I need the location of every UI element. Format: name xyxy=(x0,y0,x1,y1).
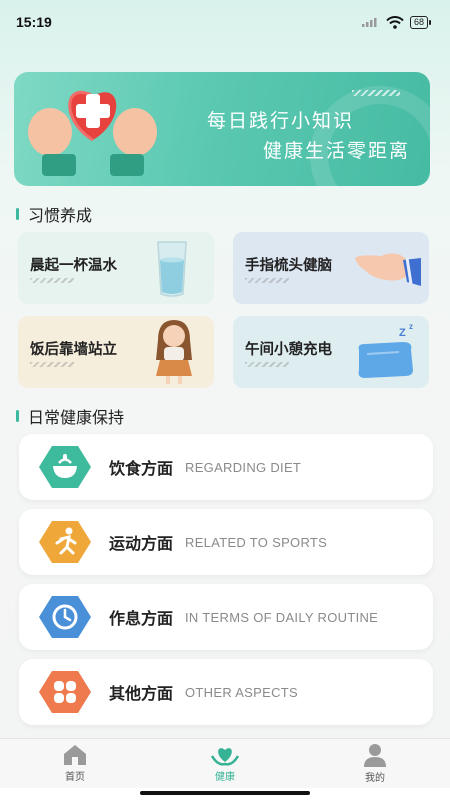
clock-icon xyxy=(39,596,91,638)
aspect-row-other[interactable]: 其他方面 OTHER ASPECTS xyxy=(19,659,433,725)
svg-text:Z: Z xyxy=(399,327,406,339)
health-banner[interactable]: 每日践行小知识 健康生活零距离 xyxy=(14,72,430,186)
habit-card-noon-nap[interactable]: 午间小憩充电 Z z xyxy=(233,316,429,388)
status-bar: 15:19 68 xyxy=(0,0,450,44)
habit-stripes xyxy=(30,278,74,283)
status-time: 15:19 xyxy=(16,14,52,30)
aspect-row-sports[interactable]: 运动方面 RELATED TO SPORTS xyxy=(19,509,433,575)
banner-line-1: 每日践行小知识 xyxy=(206,110,354,132)
habits-section-title: 习惯养成 xyxy=(16,202,92,226)
banner-text: 每日践行小知识 健康生活零距离 xyxy=(207,106,410,166)
tab-profile[interactable]: 我的 xyxy=(325,743,425,784)
wifi-icon xyxy=(386,15,404,29)
aspect-subtitle: REGARDING DIET xyxy=(185,459,302,475)
habits-title: 习惯养成 xyxy=(28,206,93,225)
habit-stripes xyxy=(245,362,289,367)
tab-label: 我的 xyxy=(365,773,385,784)
hands-heart-icon xyxy=(28,90,157,176)
habit-stripes xyxy=(245,278,289,283)
aspect-name: 运动方面 xyxy=(109,534,174,553)
habit-card-warm-water[interactable]: 晨起一杯温水 xyxy=(18,232,214,304)
tab-label: 健康 xyxy=(215,772,235,783)
habit-card-stand-wall[interactable]: 饭后靠墙站立 xyxy=(18,316,214,388)
home-indicator[interactable] xyxy=(140,791,310,795)
tab-label: 首页 xyxy=(65,772,85,783)
hand-pointing-icon xyxy=(355,253,421,286)
habit-stripes xyxy=(30,362,74,367)
habit-label: 手指梳头健脑 xyxy=(245,258,332,274)
aspect-row-diet[interactable]: 饮食方面 REGARDING DIET xyxy=(19,434,433,500)
battery-indicator: 68 xyxy=(409,15,432,29)
svg-text:z: z xyxy=(409,322,413,331)
pillow-sleep-icon: Z z xyxy=(358,322,413,378)
water-glass-icon xyxy=(157,241,187,297)
tab-home[interactable]: 首页 xyxy=(25,744,125,783)
bottom-tab-bar: 首页 健康 我的 xyxy=(0,738,450,788)
aspect-name: 作息方面 xyxy=(109,609,174,628)
aspect-subtitle: RELATED TO SPORTS xyxy=(185,534,328,550)
banner-stripes xyxy=(352,90,400,96)
banner-line-2: 健康生活零距离 xyxy=(262,140,410,162)
aspect-subtitle: OTHER ASPECTS xyxy=(185,684,298,700)
home-icon xyxy=(64,745,86,765)
daily-section-title: 日常健康保持 xyxy=(16,404,124,428)
daily-title: 日常健康保持 xyxy=(28,408,125,427)
habit-card-finger-comb[interactable]: 手指梳头健脑 xyxy=(233,232,429,304)
section-accent-bar xyxy=(16,208,19,220)
habit-label: 饭后靠墙站立 xyxy=(30,342,117,358)
health-icon xyxy=(210,748,240,766)
aspect-name: 饮食方面 xyxy=(109,459,174,478)
aspect-name: 其他方面 xyxy=(109,684,174,703)
tab-health[interactable]: 健康 xyxy=(175,744,275,783)
status-icons: 68 xyxy=(361,15,432,29)
habit-label: 午间小憩充电 xyxy=(245,342,332,358)
aspect-row-routine[interactable]: 作息方面 IN TERMS OF DAILY ROUTINE xyxy=(19,584,433,650)
profile-icon xyxy=(364,744,386,767)
bowl-icon xyxy=(39,446,91,488)
clover-icon xyxy=(39,671,91,713)
signal-icon xyxy=(361,18,377,27)
section-accent-bar xyxy=(16,410,19,422)
habit-label: 晨起一杯温水 xyxy=(30,258,117,274)
aspect-subtitle: IN TERMS OF DAILY ROUTINE xyxy=(185,609,379,625)
running-icon xyxy=(39,521,91,563)
girl-standing-icon xyxy=(156,320,192,384)
